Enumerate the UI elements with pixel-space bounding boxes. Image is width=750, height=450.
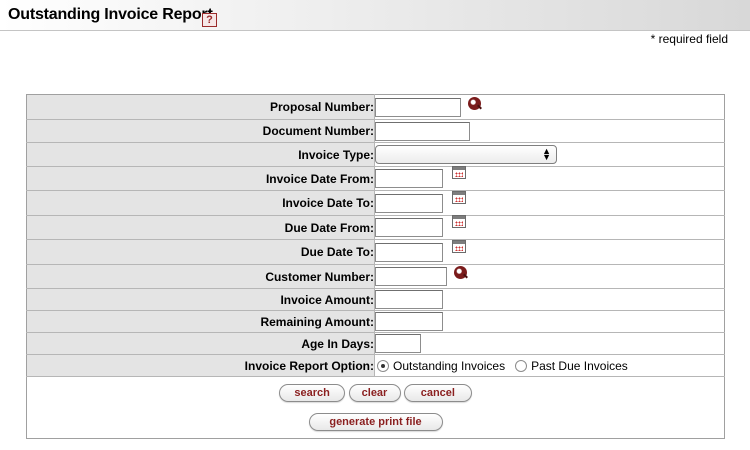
row-invoice-report-option: Invoice Report Option: Outstanding Invoi… xyxy=(26,354,725,377)
remaining-amount-input[interactable] xyxy=(375,312,443,331)
select-arrow-icon: ▲ ▼ xyxy=(542,146,551,162)
age-in-days-input[interactable] xyxy=(375,334,421,353)
invoice-date-from-input[interactable] xyxy=(375,169,443,188)
row-due-date-to: Due Date To: xyxy=(26,239,725,265)
row-due-date-from: Due Date From: xyxy=(26,215,725,240)
due-date-from-label: Due Date From: xyxy=(26,215,375,240)
invoice-type-label: Invoice Type: xyxy=(26,142,375,167)
due-date-to-input[interactable] xyxy=(375,242,443,262)
row-invoice-amount: Invoice Amount: xyxy=(26,288,725,311)
outstanding-invoices-radio[interactable] xyxy=(377,359,389,372)
due-date-to-label: Due Date To: xyxy=(26,239,375,265)
customer-number-label: Customer Number: xyxy=(26,264,375,289)
customer-number-input[interactable] xyxy=(375,267,447,286)
page-title: Outstanding Invoice Report xyxy=(8,6,213,23)
row-customer-number: Customer Number: xyxy=(26,264,725,289)
page-header: Outstanding Invoice Report ? xyxy=(0,0,750,31)
past-due-invoices-radio[interactable] xyxy=(515,359,528,372)
row-remaining-amount: Remaining Amount: xyxy=(26,310,725,333)
row-proposal-number: Proposal Number: xyxy=(26,94,725,120)
remaining-amount-label: Remaining Amount: xyxy=(26,310,375,333)
document-number-label: Document Number: xyxy=(26,119,375,143)
invoice-amount-input[interactable] xyxy=(375,290,443,309)
row-age-in-days: Age In Days: xyxy=(26,332,725,355)
document-number-input[interactable] xyxy=(375,121,470,141)
invoice-date-to-label: Invoice Date To: xyxy=(26,190,375,216)
due-date-from-input[interactable] xyxy=(375,218,443,237)
past-due-invoices-label[interactable]: Past Due Invoices xyxy=(531,359,628,373)
search-form: Proposal Number: Document Number: Invoic… xyxy=(26,94,725,439)
invoice-date-to-calendar-icon[interactable] xyxy=(452,190,467,204)
invoice-amount-label: Invoice Amount: xyxy=(26,288,375,311)
outstanding-invoices-label[interactable]: Outstanding Invoices xyxy=(393,359,505,373)
invoice-date-from-calendar-icon[interactable] xyxy=(452,166,467,179)
invoice-type-select[interactable]: ▲ ▼ xyxy=(375,145,557,164)
clear-button[interactable]: clear xyxy=(348,384,401,402)
help-icon[interactable]: ? xyxy=(202,13,217,27)
invoice-date-from-label: Invoice Date From: xyxy=(26,166,375,191)
customer-number-lookup-icon[interactable] xyxy=(454,266,468,279)
cancel-button[interactable]: cancel xyxy=(403,384,472,402)
due-date-to-calendar-icon[interactable] xyxy=(452,239,467,253)
row-invoice-type: Invoice Type: ▲ ▼ xyxy=(26,142,725,167)
required-field-note: * required field xyxy=(650,32,728,46)
button-row: search clear cancel generate print file xyxy=(26,376,725,439)
row-invoice-date-from: Invoice Date From: xyxy=(26,166,725,191)
proposal-number-lookup-icon[interactable] xyxy=(468,96,482,110)
search-button[interactable]: search xyxy=(279,384,346,402)
invoice-date-to-input[interactable] xyxy=(375,193,443,213)
invoice-report-option-label: Invoice Report Option: xyxy=(26,354,375,377)
row-document-number: Document Number: xyxy=(26,119,725,143)
age-in-days-label: Age In Days: xyxy=(26,332,375,355)
proposal-number-input[interactable] xyxy=(375,97,461,117)
due-date-from-calendar-icon[interactable] xyxy=(452,215,467,228)
generate-print-file-button[interactable]: generate print file xyxy=(308,413,443,431)
row-invoice-date-to: Invoice Date To: xyxy=(26,190,725,216)
proposal-number-label: Proposal Number: xyxy=(26,94,375,120)
